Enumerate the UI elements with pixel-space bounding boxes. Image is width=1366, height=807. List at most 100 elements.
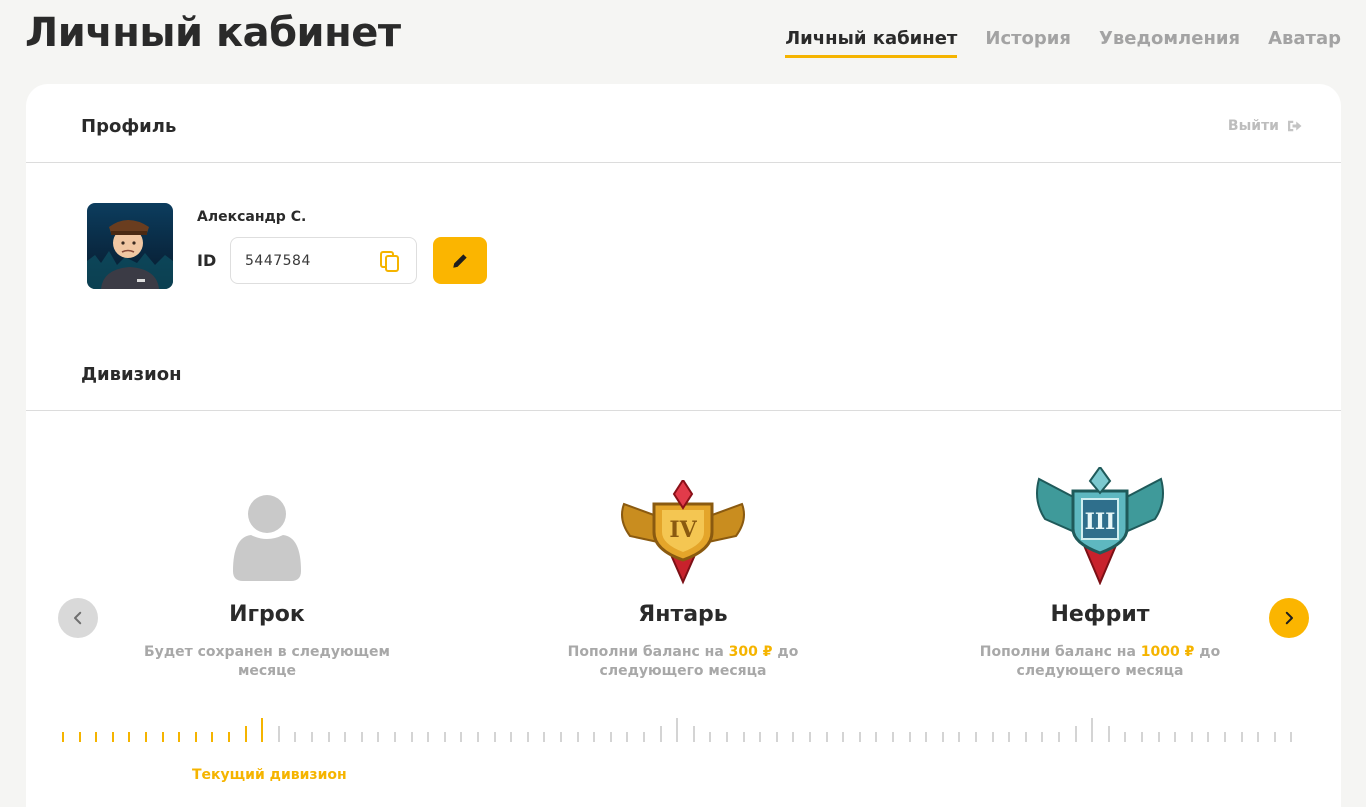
logout-button[interactable]: Выйти (1228, 117, 1303, 135)
progress-tick (660, 726, 662, 742)
progress-tick (361, 732, 363, 742)
progress-tick (377, 732, 379, 742)
progress-tick (128, 732, 130, 742)
progress-tick (145, 732, 147, 742)
avatar[interactable] (87, 203, 173, 289)
progress-tick (1058, 732, 1060, 742)
logout-icon (1288, 120, 1302, 132)
progress-tick (709, 732, 711, 742)
progress-tick (427, 732, 429, 742)
progress-tick (792, 732, 794, 742)
progress-tick (278, 726, 280, 742)
progress-tick (477, 732, 479, 742)
progress-tick (809, 732, 811, 742)
progress-tick (1257, 732, 1259, 742)
next-division-button[interactable] (1269, 598, 1309, 638)
division-card-amber: IV Янтарь Пополни баланс на 300 ₽ до сле… (553, 460, 813, 681)
edit-profile-button[interactable] (433, 237, 487, 284)
progress-tick (1091, 718, 1093, 742)
tab-history[interactable]: История (985, 28, 1071, 58)
progress-tick (942, 732, 944, 742)
id-label: ID (197, 251, 217, 270)
progress-tick (1008, 732, 1010, 742)
progress-tick (460, 732, 462, 742)
id-field: 5447584 (230, 237, 417, 284)
prev-division-button[interactable] (58, 598, 98, 638)
svg-text:IV: IV (669, 517, 697, 543)
tab-notifications[interactable]: Уведомления (1099, 28, 1240, 58)
progress-tick (311, 732, 313, 742)
progress-tick (211, 732, 213, 742)
chevron-left-icon (74, 611, 82, 625)
progress-tick (444, 732, 446, 742)
profile-section-title: Профиль (81, 116, 177, 137)
progress-tick (577, 732, 579, 742)
progress-tick (693, 726, 695, 742)
progress-tick (610, 732, 612, 742)
progress-tick (776, 732, 778, 742)
progress-tick (294, 732, 296, 742)
progress-tick (1158, 732, 1160, 742)
progress-tick (1241, 732, 1243, 742)
division-card-player: Игрок Будет сохранен в следующем месяце (137, 460, 397, 681)
progress-tick (1124, 732, 1126, 742)
progress-tick (676, 718, 678, 742)
logout-label: Выйти (1227, 118, 1279, 134)
progress-tick (261, 718, 263, 742)
progress-tick (494, 732, 496, 742)
profile-section-header: Профиль Выйти (26, 84, 1341, 163)
page-title: Личный кабинет (25, 10, 401, 56)
balance-amount: 1000 ₽ (1140, 644, 1195, 660)
account-card: Профиль Выйти Александр С. ID 5447584 Ди… (26, 84, 1341, 807)
division-name: Янтарь (638, 602, 728, 627)
progress-tick (925, 732, 927, 742)
progress-tick (975, 732, 977, 742)
progress-tick (875, 732, 877, 742)
progress-tick (1174, 732, 1176, 742)
progress-tick (743, 732, 745, 742)
progress-tick (726, 732, 728, 742)
avatar-image (87, 203, 173, 289)
tab-avatar[interactable]: Аватар (1268, 28, 1341, 58)
current-division-label: Текущий дивизион (192, 767, 347, 783)
user-placeholder-icon (137, 460, 397, 585)
copy-icon[interactable] (378, 249, 402, 273)
id-value: 5447584 (245, 252, 311, 269)
progress-tick (328, 732, 330, 742)
progress-tick (992, 732, 994, 742)
pencil-icon (453, 253, 467, 268)
tab-personal-account[interactable]: Личный кабинет (785, 28, 958, 58)
progress-tick (826, 732, 828, 742)
progress-tick (1290, 732, 1292, 742)
progress-tick (1191, 732, 1193, 742)
progress-tick (842, 732, 844, 742)
progress-tick (892, 732, 894, 742)
division-section-title: Дивизион (81, 364, 182, 385)
division-progress-scale (62, 716, 1307, 742)
progress-tick (643, 732, 645, 742)
progress-tick (1224, 732, 1226, 742)
progress-tick (162, 732, 164, 742)
progress-tick (759, 732, 761, 742)
progress-tick (510, 732, 512, 742)
division-description: Пополни баланс на 300 ₽ до следующего ме… (567, 644, 799, 679)
jade-rank-badge-icon: III (970, 460, 1230, 585)
progress-tick (1207, 732, 1209, 742)
balance-amount: 300 ₽ (728, 644, 773, 660)
division-name: Нефрит (1050, 602, 1150, 627)
progress-tick (593, 732, 595, 742)
progress-tick (245, 726, 247, 742)
progress-tick (1141, 732, 1143, 742)
progress-tick (958, 732, 960, 742)
progress-tick (1274, 732, 1276, 742)
top-nav: Личный кабинет История Уведомления Авата… (785, 28, 1341, 58)
division-description: Будет сохранен в следующем месяце (144, 644, 390, 679)
progress-tick (394, 732, 396, 742)
chevron-right-icon (1285, 611, 1293, 625)
division-name: Игрок (229, 602, 305, 627)
division-description: Пополни баланс на 1000 ₽ до следующего м… (979, 644, 1221, 679)
progress-tick (112, 732, 114, 742)
amber-rank-badge-icon: IV (553, 460, 813, 585)
progress-tick (1041, 732, 1043, 742)
division-section-header: Дивизион (26, 334, 1341, 411)
